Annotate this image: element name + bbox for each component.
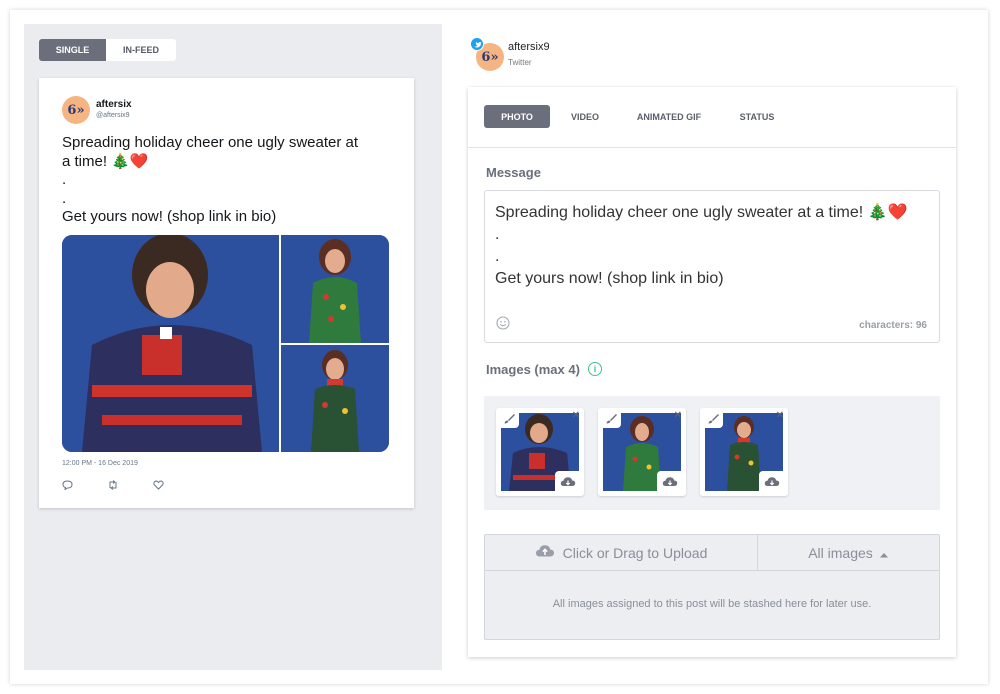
message-line: Get yours now! (shop link in bio) [495,270,724,287]
image-thumbnail-list: ✕ ✕ ✕ [484,396,940,510]
tweet-photo [281,235,389,343]
upload-label: Click or Drag to Upload [562,544,708,561]
tweet-text-line: . [62,189,67,207]
twitter-icon [470,37,484,51]
tweet-actions [62,480,164,493]
tab-video[interactable]: VIDEO [560,105,610,128]
tweet-text: Spreading holiday cheer one ugly sweater… [62,134,402,227]
images-label: Images (max 4) [486,362,580,377]
preview-mode-toggle: SINGLE IN-FEED [39,39,176,61]
message-line: . [495,226,500,243]
image-thumbnail[interactable]: ✕ [496,408,584,496]
message-textarea[interactable]: Spreading holiday cheer one ugly sweater… [484,190,940,343]
tweet-preview-card: 6» aftersix @aftersix9 Spreading holiday… [39,78,414,508]
tab-photo[interactable]: PHOTO [484,105,550,128]
caret-up-icon [879,545,889,561]
emoji-picker-icon[interactable] [496,316,510,330]
post-composer: PHOTO VIDEO ANIMATED GIF STATUS Message … [468,87,956,657]
message-label: Message [486,165,541,180]
tweet-text-line: a time! 🎄❤️ [62,152,149,170]
in-feed-toggle[interactable]: IN-FEED [106,39,176,61]
retweet-icon [107,480,119,493]
all-images-label: All images [808,544,873,561]
tweet-text-line: . [62,171,67,188]
download-icon[interactable] [759,471,785,493]
tweet-photo-grid [62,235,389,452]
character-count: characters: 96 [859,320,927,331]
tweet-photo [62,235,279,452]
download-icon[interactable] [657,471,683,493]
cloud-upload-icon [535,544,555,561]
upload-area[interactable]: Click or Drag to Upload All images All i… [484,534,940,640]
remove-image-icon[interactable]: ✕ [674,410,682,421]
all-images-dropdown[interactable]: All images [758,535,939,570]
edit-brush-icon[interactable] [499,409,519,428]
message-text: Spreading holiday cheer one ugly sweater… [495,202,908,290]
tweet-author-name: aftersix [96,99,132,110]
like-icon [153,480,164,493]
account-name: aftersix9 [508,41,550,53]
stash-message: All images assigned to this post will be… [552,598,872,610]
tab-status[interactable]: STATUS [730,105,784,128]
edit-brush-icon[interactable] [703,409,723,428]
download-icon[interactable] [555,471,581,493]
reply-icon [62,480,73,493]
edit-brush-icon[interactable] [601,409,621,428]
info-icon[interactable]: i [588,362,602,376]
avatar: 6» [62,96,90,124]
tweet-author-handle: @aftersix9 [96,112,130,119]
tweet-timestamp: 12:00 PM - 16 Dec 2019 [62,460,138,467]
tweet-text-line: Spreading holiday cheer one ugly sweater… [62,134,359,151]
message-line: Spreading holiday cheer one ugly sweater… [495,204,908,221]
tab-animated-gif[interactable]: ANIMATED GIF [628,105,710,128]
account-network: Twitter [508,58,532,67]
message-line: . [495,248,500,265]
tweet-text-line: Get yours now! (shop link in bio) [62,208,277,225]
upload-button[interactable]: Click or Drag to Upload [485,535,758,570]
tweet-photo [281,345,389,452]
upload-toolbar: Click or Drag to Upload All images [485,535,939,571]
single-toggle[interactable]: SINGLE [39,39,106,61]
remove-image-icon[interactable]: ✕ [776,410,784,421]
image-thumbnail[interactable]: ✕ [700,408,788,496]
remove-image-icon[interactable]: ✕ [572,410,580,421]
image-thumbnail[interactable]: ✕ [598,408,686,496]
post-type-tabs: PHOTO VIDEO ANIMATED GIF STATUS [468,87,956,148]
